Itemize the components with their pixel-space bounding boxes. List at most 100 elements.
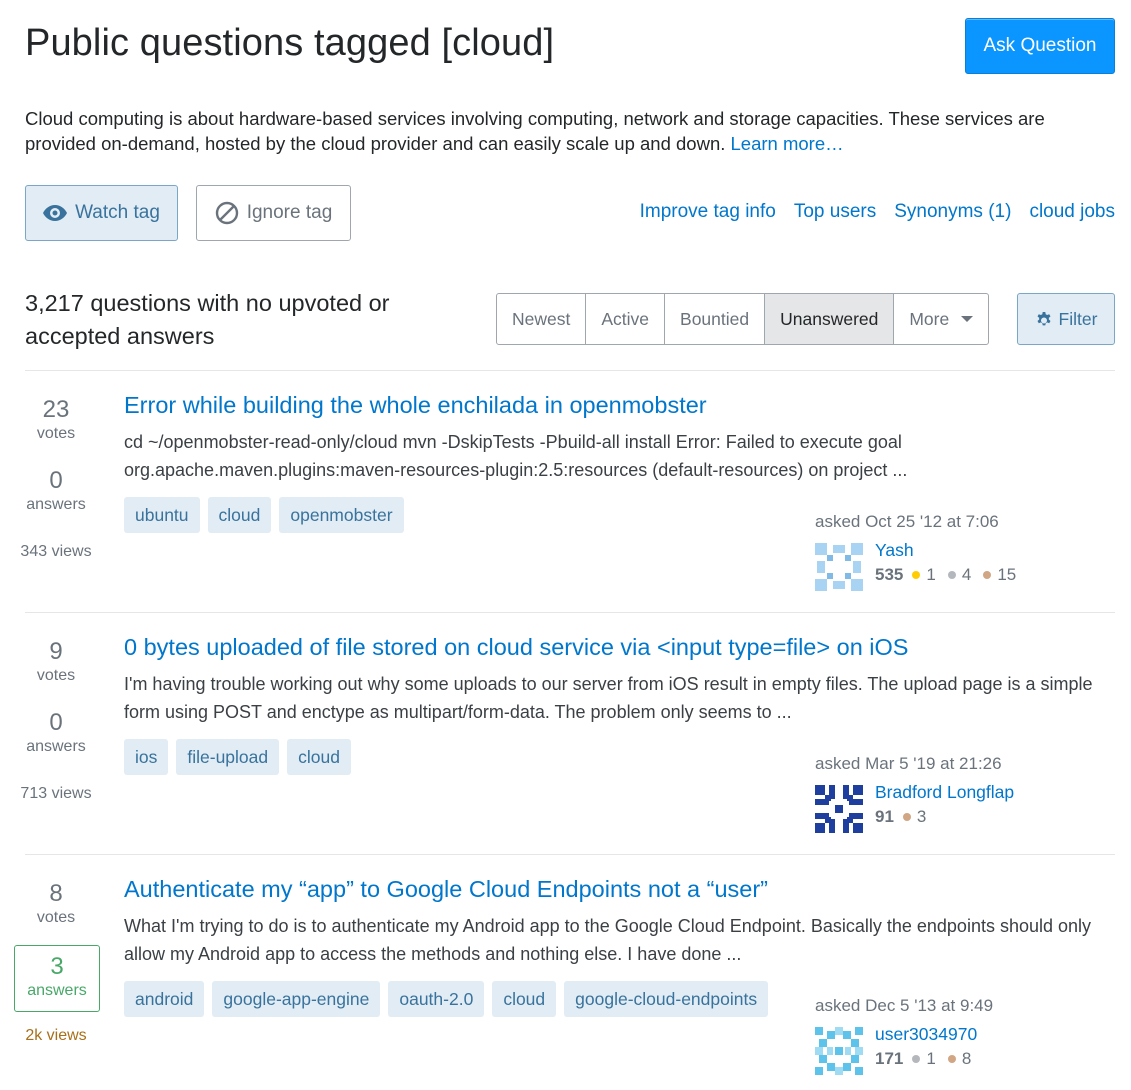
- tag-cloud[interactable]: cloud: [287, 739, 351, 775]
- question-summary: 23 votes 0 answers 343 views Error while…: [20, 371, 1115, 613]
- view-count: 713 views: [20, 785, 92, 802]
- tag-file-upload[interactable]: file-upload: [176, 739, 280, 775]
- ask-question-button[interactable]: Ask Question: [965, 18, 1115, 74]
- top-users-link[interactable]: Top users: [794, 201, 876, 223]
- bronze-badge-icon: [902, 813, 911, 821]
- bronze-badge-count: 3: [916, 807, 927, 826]
- asked-time: asked Dec 5 '13 at 9:49: [815, 996, 994, 1015]
- gear-icon: [1037, 312, 1051, 326]
- question-tags: ubuntu cloud openmobster: [124, 497, 404, 533]
- gold-badge-count: 1: [926, 565, 936, 584]
- user-card: user3034970 171 1 8: [815, 1024, 1115, 1075]
- filter-button[interactable]: Filter: [1017, 293, 1115, 345]
- silver-badge-icon: [947, 571, 956, 579]
- gold-badge-icon: [912, 571, 921, 579]
- filter-label: Filter: [1058, 308, 1098, 329]
- question-excerpt: I'm having trouble working out why some …: [124, 674, 1093, 722]
- tag-info-links: Improve tag info Top users Synonyms (1) …: [640, 201, 1115, 223]
- avatar[interactable]: [815, 785, 863, 833]
- view-count: 343 views: [20, 543, 92, 560]
- vote-count: 23 votes: [0, 396, 112, 444]
- ignore-tag-label: Ignore tag: [246, 202, 333, 223]
- tag-oauth-2-0[interactable]: oauth-2.0: [388, 981, 485, 1017]
- tab-more[interactable]: More: [894, 294, 988, 344]
- tab-newest[interactable]: Newest: [497, 294, 587, 344]
- avatar[interactable]: [815, 1027, 863, 1075]
- asked-time: asked Mar 5 '19 at 21:26: [815, 754, 1002, 773]
- question-owner: asked Oct 25 '12 at 7:06 Yash 535 1 4 15: [815, 512, 1115, 591]
- bronze-badge-icon: [983, 571, 992, 579]
- user-card: Bradford Longflap 91 3: [815, 782, 1115, 833]
- question-title-link[interactable]: 0 bytes uploaded of file stored on cloud…: [124, 634, 908, 661]
- reputation-score: 535: [875, 565, 904, 584]
- answer-count: 3 answers: [14, 945, 100, 1012]
- question-owner: asked Dec 5 '13 at 9:49 user3034970 171 …: [815, 996, 1115, 1075]
- sort-tabs: Newest Active Bountied Unanswered More: [496, 293, 990, 345]
- user-name-link[interactable]: Bradford Longflap: [875, 782, 1014, 803]
- tag-google-app-engine[interactable]: google-app-engine: [212, 981, 381, 1017]
- question-tags: android google-app-engine oauth-2.0 clou…: [124, 981, 769, 1017]
- answer-number: 0: [49, 709, 63, 736]
- bronze-badges: 15: [983, 565, 1016, 585]
- user-name-link[interactable]: user3034970: [875, 1024, 977, 1045]
- vote-number: 9: [49, 638, 63, 665]
- page-title: Public questions tagged [cloud]: [25, 22, 555, 64]
- tag-android[interactable]: android: [124, 981, 205, 1017]
- vote-label: votes: [36, 909, 76, 926]
- tab-more-label: More: [909, 308, 950, 329]
- reputation-score: 171: [875, 1049, 904, 1068]
- tag-google-cloud-endpoints[interactable]: google-cloud-endpoints: [564, 981, 769, 1017]
- answer-number: 0: [49, 467, 63, 494]
- watch-tag-label: Watch tag: [75, 202, 160, 223]
- learn-more-link[interactable]: Learn more…: [731, 133, 844, 154]
- vote-count: 9 votes: [0, 638, 112, 686]
- bronze-badge-count: 8: [961, 1049, 972, 1068]
- vote-count: 8 votes: [0, 880, 112, 928]
- ignore-tag-button[interactable]: Ignore tag: [196, 185, 351, 241]
- tag-description-text: Cloud computing is about hardware-based …: [25, 108, 1045, 154]
- silver-badge-icon: [912, 1055, 921, 1063]
- question-owner: asked Mar 5 '19 at 21:26 Bradford Longfl…: [815, 754, 1115, 833]
- improve-tag-info-link[interactable]: Improve tag info: [640, 201, 776, 223]
- silver-badges: 4: [947, 565, 971, 585]
- question-title-link[interactable]: Error while building the whole enchilada…: [124, 392, 707, 419]
- question-excerpt: cd ~/openmobster-read-only/cloud mvn -Ds…: [124, 432, 908, 480]
- cloud-jobs-link[interactable]: cloud jobs: [1029, 201, 1115, 223]
- avatar[interactable]: [815, 543, 863, 591]
- user-card: Yash 535 1 4 15: [815, 540, 1115, 591]
- user-name-link[interactable]: Yash: [875, 540, 914, 561]
- vote-number: 23: [42, 396, 70, 423]
- bronze-badges: 3: [902, 807, 927, 827]
- question-count: 3,217 questions with no upvoted or accep…: [25, 290, 390, 349]
- synonyms-link[interactable]: Synonyms (1): [894, 201, 1011, 223]
- user-reputation: 171 1 8: [875, 1049, 983, 1069]
- answer-number: 3: [50, 953, 64, 980]
- tag-ubuntu[interactable]: ubuntu: [124, 497, 200, 533]
- silver-badge-count: 1: [926, 1049, 936, 1068]
- answer-label: answers: [26, 738, 86, 755]
- user-reputation: 91 3: [875, 807, 938, 827]
- question-summary: 8 votes 3 answers 2k views Authenticate …: [14, 855, 1115, 1090]
- question-summary: 9 votes 0 answers 713 views 0 bytes uplo…: [20, 613, 1115, 855]
- watch-tag-button[interactable]: Watch tag: [25, 185, 178, 241]
- answer-count: 0 answers: [0, 709, 112, 757]
- tag-ios[interactable]: ios: [124, 739, 169, 775]
- chevron-down-icon: [961, 316, 974, 322]
- bronze-badge-count: 15: [997, 565, 1017, 584]
- answer-label: answers: [26, 496, 86, 513]
- tab-active[interactable]: Active: [586, 294, 666, 344]
- answer-count: 0 answers: [0, 467, 112, 515]
- gold-badges: 1: [912, 565, 936, 585]
- block-icon: [215, 201, 238, 225]
- tab-bountied[interactable]: Bountied: [665, 294, 766, 344]
- tag-cloud[interactable]: cloud: [492, 981, 557, 1017]
- reputation-score: 91: [875, 807, 894, 826]
- tab-unanswered[interactable]: Unanswered: [765, 294, 895, 344]
- tag-cloud[interactable]: cloud: [207, 497, 272, 533]
- question-title-link[interactable]: Authenticate my “app” to Google Cloud En…: [124, 876, 768, 903]
- tag-buttons: Watch tag Ignore tag: [25, 185, 351, 241]
- bronze-badge-icon: [947, 1055, 956, 1063]
- tag-openmobster[interactable]: openmobster: [279, 497, 404, 533]
- bronze-badges: 8: [947, 1049, 972, 1069]
- asked-time: asked Oct 25 '12 at 7:06: [815, 512, 999, 531]
